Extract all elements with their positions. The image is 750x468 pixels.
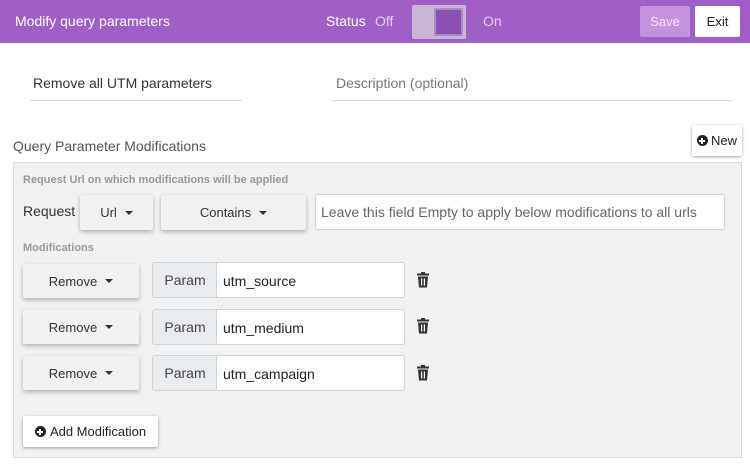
- request-source-value: Url: [100, 205, 117, 220]
- chevron-down-icon: [105, 325, 114, 329]
- chevron-down-icon: [259, 210, 268, 215]
- section-title: Query Parameter Modifications: [13, 138, 206, 154]
- modification-action-dropdown[interactable]: Remove: [23, 310, 139, 344]
- trash-icon[interactable]: [416, 272, 430, 288]
- save-button[interactable]: Save: [640, 6, 690, 37]
- modification-action-dropdown[interactable]: Remove: [23, 356, 139, 390]
- request-url-heading: Request Url on which modifications will …: [23, 174, 289, 186]
- trash-icon[interactable]: [416, 318, 430, 334]
- trash-icon[interactable]: [416, 365, 430, 381]
- param-addon: Param: [152, 262, 217, 298]
- add-modification-button[interactable]: Add Modification: [23, 416, 158, 447]
- chevron-down-icon: [105, 371, 114, 375]
- request-url-input[interactable]: Leave this field Empty to apply below mo…: [315, 194, 725, 230]
- chevron-down-icon: [105, 279, 114, 283]
- rule-description-field[interactable]: Description (optional): [331, 66, 733, 101]
- status-on-label: On: [483, 13, 502, 29]
- new-button[interactable]: New: [692, 125, 742, 156]
- rule-name-field[interactable]: Remove all UTM parameters: [30, 66, 242, 101]
- exit-button[interactable]: Exit: [695, 6, 740, 37]
- request-operator-value: Contains: [199, 205, 252, 220]
- status-toggle[interactable]: [412, 5, 466, 39]
- add-modification-label: Add Modification: [49, 424, 147, 439]
- request-operator-dropdown[interactable]: Contains: [161, 195, 306, 230]
- page-title: Modify query parameters: [15, 13, 170, 29]
- status-off-label: Off: [375, 13, 394, 29]
- param-addon: Param: [152, 309, 217, 345]
- modification-action-value: Remove: [48, 365, 98, 381]
- modification-action-dropdown[interactable]: Remove: [23, 264, 139, 298]
- param-addon: Param: [152, 355, 217, 391]
- plus-circle-icon: [696, 135, 708, 146]
- header-bar: Modify query parameters Status Off On Sa…: [0, 0, 750, 43]
- status-label: Status: [326, 13, 366, 29]
- request-label: Request: [23, 203, 76, 219]
- param-input[interactable]: utm_medium: [216, 309, 405, 345]
- param-input[interactable]: utm_source: [216, 262, 405, 298]
- chevron-down-icon: [124, 210, 133, 215]
- new-button-label: New: [710, 133, 737, 148]
- plus-circle-icon: [34, 426, 46, 437]
- status-toggle-knob: [434, 8, 463, 36]
- param-input[interactable]: utm_campaign: [216, 355, 405, 391]
- modification-action-value: Remove: [48, 273, 98, 289]
- request-source-dropdown[interactable]: Url: [80, 195, 153, 230]
- modifications-heading: Modifications: [23, 242, 94, 254]
- modification-action-value: Remove: [48, 319, 98, 335]
